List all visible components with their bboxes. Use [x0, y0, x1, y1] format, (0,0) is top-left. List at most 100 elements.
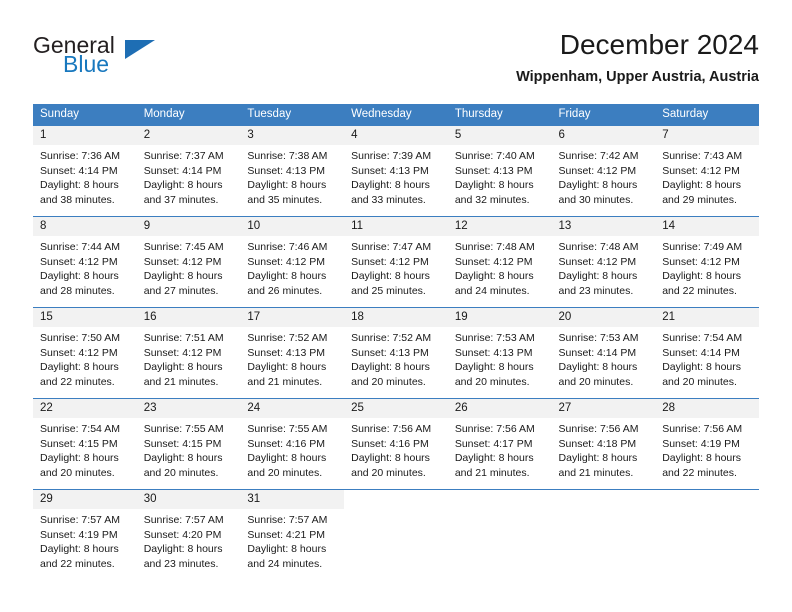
- sunset-text: Sunset: 4:14 PM: [558, 346, 637, 359]
- day-details: Sunrise: 7:36 AM Sunset: 4:14 PM Dayligh…: [33, 145, 137, 207]
- day-cell[interactable]: 22 Sunrise: 7:54 AM Sunset: 4:15 PM Dayl…: [33, 398, 137, 490]
- daylight-text-line1: Daylight: 8 hours: [40, 452, 119, 465]
- daylight-text-line2: and 20 minutes.: [454, 375, 530, 388]
- day-number: 3: [240, 126, 345, 145]
- sunrise-text: Sunrise: 7:54 AM: [662, 332, 743, 344]
- day-cell[interactable]: 3 Sunrise: 7:38 AM Sunset: 4:13 PM Dayli…: [240, 125, 345, 217]
- daylight-text-line2: and 20 minutes.: [558, 375, 634, 388]
- daylight-text-line2: and 22 minutes.: [40, 557, 115, 570]
- day-cell[interactable]: 19 Sunrise: 7:53 AM Sunset: 4:13 PM Dayl…: [447, 307, 552, 399]
- day-number: 30: [136, 490, 241, 509]
- day-cell[interactable]: 26 Sunrise: 7:56 AM Sunset: 4:17 PM Dayl…: [447, 398, 552, 490]
- day-cell[interactable]: 6 Sunrise: 7:42 AM Sunset: 4:12 PM Dayli…: [551, 125, 656, 217]
- day-cell[interactable]: 23 Sunrise: 7:55 AM Sunset: 4:15 PM Dayl…: [136, 398, 241, 490]
- week-row: 15 Sunrise: 7:50 AM Sunset: 4:12 PM Dayl…: [33, 307, 759, 399]
- day-cell[interactable]: 12 Sunrise: 7:48 AM Sunset: 4:12 PM Dayl…: [447, 216, 552, 308]
- sunset-text: Sunset: 4:12 PM: [662, 255, 740, 268]
- sunset-text: Sunset: 4:16 PM: [247, 437, 326, 450]
- brand-logo[interactable]: General Blue: [33, 34, 233, 90]
- day-cell[interactable]: 9 Sunrise: 7:45 AM Sunset: 4:12 PM Dayli…: [136, 216, 241, 308]
- sunrise-text: Sunrise: 7:45 AM: [143, 241, 224, 253]
- day-cell[interactable]: 20 Sunrise: 7:53 AM Sunset: 4:14 PM Dayl…: [551, 307, 656, 399]
- daylight-text-line1: Daylight: 8 hours: [247, 543, 327, 556]
- day-cell[interactable]: 11 Sunrise: 7:47 AM Sunset: 4:12 PM Dayl…: [344, 216, 448, 308]
- sunset-text: Sunset: 4:12 PM: [247, 255, 326, 268]
- day-cell[interactable]: 27 Sunrise: 7:56 AM Sunset: 4:18 PM Dayl…: [551, 398, 656, 490]
- day-cell[interactable]: 14 Sunrise: 7:49 AM Sunset: 4:12 PM Dayl…: [655, 216, 759, 308]
- daylight-text-line1: Daylight: 8 hours: [351, 179, 430, 192]
- day-number: 9: [136, 217, 241, 236]
- day-details: Sunrise: 7:54 AM Sunset: 4:15 PM Dayligh…: [33, 418, 137, 480]
- sunset-text: Sunset: 4:12 PM: [351, 255, 429, 268]
- day-cell[interactable]: 5 Sunrise: 7:40 AM Sunset: 4:13 PM Dayli…: [447, 125, 552, 217]
- day-cell-empty: [655, 489, 759, 578]
- daylight-text-line1: Daylight: 8 hours: [143, 543, 223, 556]
- day-number: 21: [655, 308, 759, 327]
- daylight-text-line2: and 33 minutes.: [351, 193, 426, 206]
- daylight-text-line2: and 20 minutes.: [351, 466, 426, 479]
- day-number: 6: [551, 126, 656, 145]
- day-cell[interactable]: 29 Sunrise: 7:57 AM Sunset: 4:19 PM Dayl…: [33, 489, 137, 578]
- day-cell[interactable]: 7 Sunrise: 7:43 AM Sunset: 4:12 PM Dayli…: [655, 125, 759, 217]
- day-cell[interactable]: 2 Sunrise: 7:37 AM Sunset: 4:14 PM Dayli…: [136, 125, 241, 217]
- sunset-text: Sunset: 4:15 PM: [40, 437, 118, 450]
- day-cell[interactable]: 21 Sunrise: 7:54 AM Sunset: 4:14 PM Dayl…: [655, 307, 759, 399]
- day-number: 28: [655, 399, 759, 418]
- daylight-text-line1: Daylight: 8 hours: [351, 270, 430, 283]
- day-cell[interactable]: 31 Sunrise: 7:57 AM Sunset: 4:21 PM Dayl…: [240, 489, 345, 578]
- day-cell[interactable]: 25 Sunrise: 7:56 AM Sunset: 4:16 PM Dayl…: [344, 398, 448, 490]
- sunrise-text: Sunrise: 7:51 AM: [143, 332, 224, 344]
- sunset-text: Sunset: 4:13 PM: [247, 164, 326, 177]
- day-details: Sunrise: 7:52 AM Sunset: 4:13 PM Dayligh…: [344, 327, 448, 389]
- day-cell[interactable]: 4 Sunrise: 7:39 AM Sunset: 4:13 PM Dayli…: [344, 125, 448, 217]
- day-number: [344, 490, 448, 509]
- daylight-text-line2: and 20 minutes.: [247, 466, 323, 479]
- daylight-text-line1: Daylight: 8 hours: [143, 361, 223, 374]
- day-cell[interactable]: 30 Sunrise: 7:57 AM Sunset: 4:20 PM Dayl…: [136, 489, 241, 578]
- day-number: 5: [447, 126, 552, 145]
- day-cell[interactable]: 10 Sunrise: 7:46 AM Sunset: 4:12 PM Dayl…: [240, 216, 345, 308]
- sunrise-text: Sunrise: 7:38 AM: [247, 150, 328, 162]
- daylight-text-line2: and 26 minutes.: [247, 284, 323, 297]
- sunset-text: Sunset: 4:17 PM: [454, 437, 533, 450]
- day-details: Sunrise: 7:50 AM Sunset: 4:12 PM Dayligh…: [33, 327, 137, 389]
- sunrise-text: Sunrise: 7:36 AM: [40, 150, 120, 162]
- sunrise-text: Sunrise: 7:48 AM: [558, 241, 639, 253]
- day-number: 27: [551, 399, 656, 418]
- daylight-text-line2: and 24 minutes.: [454, 284, 530, 297]
- sunset-text: Sunset: 4:12 PM: [454, 255, 533, 268]
- daylight-text-line2: and 38 minutes.: [40, 193, 115, 206]
- daylight-text-line2: and 23 minutes.: [143, 557, 219, 570]
- sunrise-text: Sunrise: 7:56 AM: [558, 423, 639, 435]
- day-cell[interactable]: 18 Sunrise: 7:52 AM Sunset: 4:13 PM Dayl…: [344, 307, 448, 399]
- day-number: 12: [447, 217, 552, 236]
- day-cell[interactable]: 13 Sunrise: 7:48 AM Sunset: 4:12 PM Dayl…: [551, 216, 656, 308]
- day-cell[interactable]: 16 Sunrise: 7:51 AM Sunset: 4:12 PM Dayl…: [136, 307, 241, 399]
- sunset-text: Sunset: 4:13 PM: [351, 346, 429, 359]
- day-cell[interactable]: 28 Sunrise: 7:56 AM Sunset: 4:19 PM Dayl…: [655, 398, 759, 490]
- sunset-text: Sunset: 4:21 PM: [247, 528, 326, 541]
- daylight-text-line1: Daylight: 8 hours: [558, 270, 638, 283]
- day-cell[interactable]: 1 Sunrise: 7:36 AM Sunset: 4:14 PM Dayli…: [33, 125, 137, 217]
- daylight-text-line1: Daylight: 8 hours: [40, 270, 119, 283]
- day-number: 16: [136, 308, 241, 327]
- daylight-text-line2: and 21 minutes.: [247, 375, 323, 388]
- daylight-text-line1: Daylight: 8 hours: [40, 361, 119, 374]
- sunrise-text: Sunrise: 7:53 AM: [454, 332, 535, 344]
- sunrise-text: Sunrise: 7:52 AM: [351, 332, 432, 344]
- day-cell[interactable]: 17 Sunrise: 7:52 AM Sunset: 4:13 PM Dayl…: [240, 307, 345, 399]
- sunset-text: Sunset: 4:14 PM: [40, 164, 118, 177]
- day-details: Sunrise: 7:51 AM Sunset: 4:12 PM Dayligh…: [137, 327, 241, 389]
- daylight-text-line1: Daylight: 8 hours: [558, 452, 638, 465]
- daylight-text-line1: Daylight: 8 hours: [247, 270, 327, 283]
- day-cell[interactable]: 8 Sunrise: 7:44 AM Sunset: 4:12 PM Dayli…: [33, 216, 137, 308]
- day-details: [552, 509, 656, 513]
- day-details: [448, 509, 552, 513]
- day-number: 4: [344, 126, 448, 145]
- daylight-text-line2: and 21 minutes.: [454, 466, 530, 479]
- day-cell[interactable]: 15 Sunrise: 7:50 AM Sunset: 4:12 PM Dayl…: [33, 307, 137, 399]
- sunrise-text: Sunrise: 7:57 AM: [40, 514, 120, 526]
- day-cell[interactable]: 24 Sunrise: 7:55 AM Sunset: 4:16 PM Dayl…: [240, 398, 345, 490]
- sunrise-text: Sunrise: 7:49 AM: [662, 241, 743, 253]
- sunrise-text: Sunrise: 7:54 AM: [40, 423, 120, 435]
